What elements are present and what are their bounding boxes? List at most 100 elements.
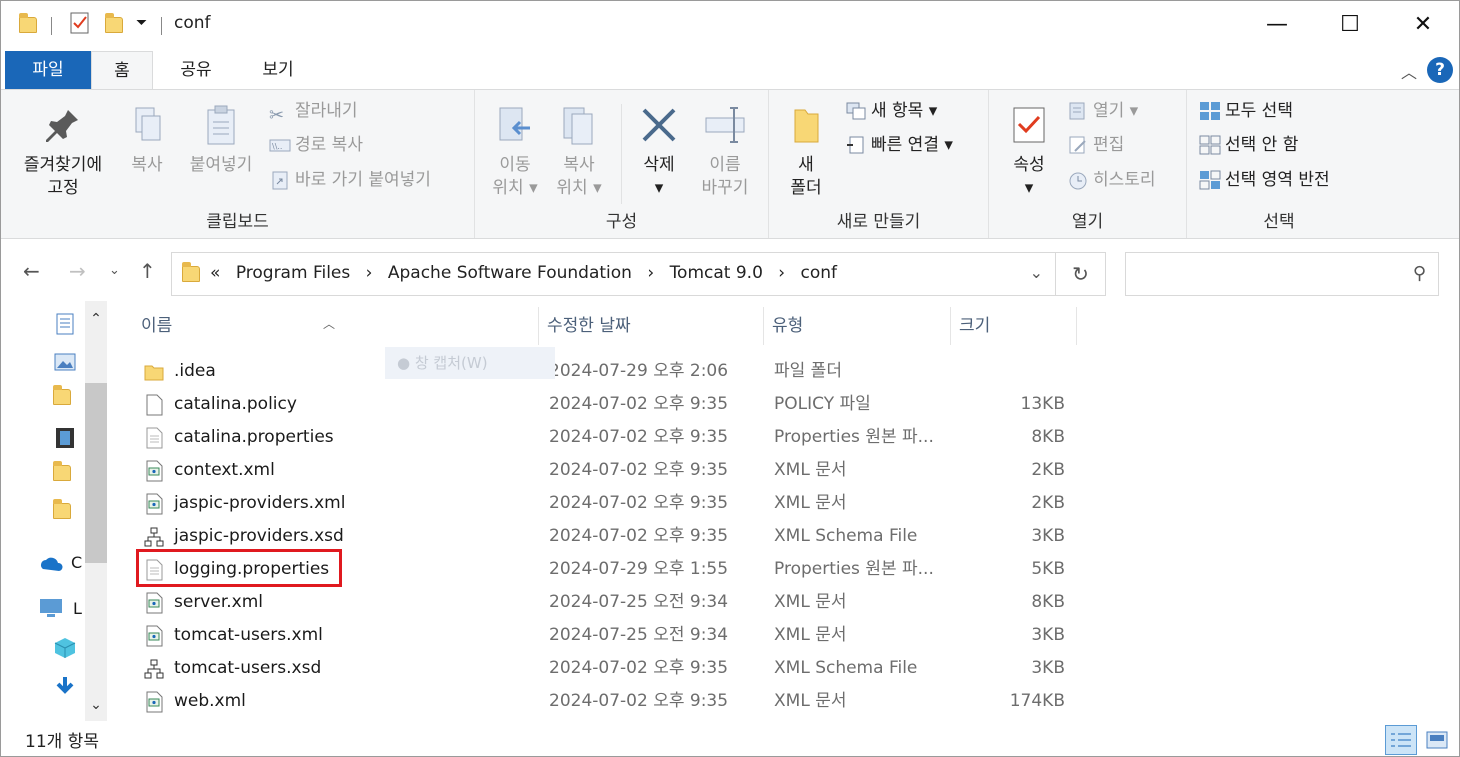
file-row[interactable]: tomcat-users.xml 2024-07-25 오전 9:34 XML 문서…: [111, 619, 1111, 652]
tab-file[interactable]: 파일: [5, 51, 91, 89]
file-row[interactable]: context.xml 2024-07-02 오후 9:35 XML 문서 2KB: [111, 454, 1111, 487]
paste-button[interactable]: 붙여넣기: [179, 104, 263, 177]
history-button[interactable]: 히스토리: [1067, 165, 1156, 195]
videos-icon[interactable]: [53, 427, 77, 449]
file-row[interactable]: tomcat-users.xsd 2024-07-02 오후 9:35 XML Sc…: [111, 652, 1111, 685]
file-row[interactable]: catalina.properties 2024-07-02 오후 9:35 Pro…: [111, 421, 1111, 454]
pictures-icon[interactable]: [53, 351, 77, 373]
file-row[interactable]: .idea 2024-07-29 오후 2:06 파일 폴더: [111, 355, 1111, 388]
invert-selection-button[interactable]: 선택 영역 반전: [1199, 165, 1330, 195]
file-name[interactable]: context.xml: [174, 454, 275, 487]
scrollbar-thumb[interactable]: [85, 383, 107, 563]
folder-icon[interactable]: [53, 499, 77, 525]
column-header-name[interactable]: 이름 ︿: [133, 307, 539, 345]
column-header-size[interactable]: 크기: [951, 307, 1077, 345]
search-icon: ⚲: [1412, 263, 1426, 284]
file-name[interactable]: .idea: [174, 355, 216, 388]
file-name[interactable]: jaspic-providers.xml: [174, 487, 345, 520]
3d-objects-icon[interactable]: [53, 637, 77, 659]
properties-quick-icon[interactable]: [69, 11, 91, 41]
organize-group-label: 구성: [605, 212, 638, 232]
copy-path-button[interactable]: \\.. 경로 복사: [269, 130, 363, 160]
folder-icon: [19, 11, 37, 41]
file-row[interactable]: server.xml 2024-07-25 오전 9:34 XML 문서 8KB: [111, 586, 1111, 619]
help-icon[interactable]: ?: [1427, 57, 1453, 83]
pin-label-line1: 즐겨찾기에: [23, 155, 103, 175]
address-history-chevron-icon[interactable]: ⌄: [1030, 263, 1043, 282]
folder-icon[interactable]: [53, 385, 77, 411]
documents-icon[interactable]: [53, 313, 77, 335]
breadcrumb-overflow[interactable]: «: [210, 263, 220, 283]
scroll-down-icon[interactable]: ⌄: [85, 697, 107, 713]
new-folder-quick-icon[interactable]: [105, 11, 123, 41]
paste-shortcut-button[interactable]: 바로 가기 붙여넣기: [269, 165, 431, 195]
new-folder-button[interactable]: 새 폴더: [781, 104, 831, 200]
column-header-type[interactable]: 유형: [764, 307, 951, 345]
collapse-ribbon-icon[interactable]: ︿: [1401, 59, 1417, 83]
this-pc-label[interactable]: L: [73, 599, 82, 618]
file-size: 2KB: [1031, 460, 1065, 480]
large-icons-view-icon[interactable]: [1421, 725, 1453, 755]
file-row[interactable]: jaspic-providers.xml 2024-07-02 오후 9:35 XM…: [111, 487, 1111, 520]
file-name[interactable]: catalina.policy: [174, 388, 297, 421]
new-folder-icon: [794, 109, 819, 143]
file-name[interactable]: web.xml: [174, 685, 246, 718]
downloads-icon[interactable]: [53, 675, 77, 697]
file-name[interactable]: server.xml: [174, 586, 263, 619]
maximize-button[interactable]: ☐: [1314, 1, 1386, 49]
delete-button[interactable]: 삭제 ▾: [631, 104, 687, 200]
file-name[interactable]: catalina.properties: [174, 421, 334, 454]
new-group: 새 폴더 새 항목 ▾ 빠른 연결 ▾ 새로 만들기: [769, 90, 989, 238]
edit-button[interactable]: 편집: [1067, 130, 1124, 160]
back-arrow-icon[interactable]: ←: [23, 259, 40, 283]
file-name[interactable]: tomcat-users.xml: [174, 619, 323, 652]
address-bar[interactable]: « Program Files › Apache Software Founda…: [171, 252, 1106, 296]
this-pc-icon[interactable]: [39, 597, 63, 619]
copy-to-button[interactable]: 복사 위치 ▾: [551, 104, 607, 200]
close-button[interactable]: ✕: [1387, 1, 1459, 49]
column-header-date[interactable]: 수정한 날짜: [539, 307, 764, 345]
paste-icon: [207, 105, 235, 145]
easy-access-button[interactable]: 빠른 연결 ▾: [845, 130, 953, 160]
customize-quick-access-icon[interactable]: ⏷: [136, 15, 147, 45]
copy-button[interactable]: 복사: [119, 104, 175, 177]
onedrive-cloud-icon[interactable]: [39, 553, 63, 575]
up-arrow-icon[interactable]: ↑: [139, 259, 156, 283]
move-to-button[interactable]: 이동 위치 ▾: [487, 104, 543, 200]
rename-button[interactable]: 이름 바꾸기: [693, 104, 757, 200]
search-box[interactable]: ⚲: [1125, 252, 1439, 296]
capture-tooltip-text: 창 캡처(W): [414, 354, 488, 372]
file-row[interactable]: web.xml 2024-07-02 오후 9:35 XML 문서 174KB: [111, 685, 1111, 718]
breadcrumb-item[interactable]: Apache Software Foundation: [388, 263, 632, 283]
breadcrumb-separator[interactable]: ›: [366, 263, 373, 283]
cut-button[interactable]: ✂ 잘라내기: [269, 96, 358, 126]
recent-locations-chevron-icon[interactable]: ⌄: [109, 263, 120, 278]
minimize-button[interactable]: —: [1241, 1, 1313, 49]
onedrive-label[interactable]: C: [71, 553, 82, 572]
breadcrumb-item[interactable]: Tomcat 9.0: [670, 263, 763, 283]
select-none-button[interactable]: 선택 안 함: [1199, 130, 1298, 160]
details-view-icon[interactable]: [1385, 725, 1417, 755]
new-item-button[interactable]: 새 항목 ▾: [845, 96, 937, 126]
breadcrumb-separator[interactable]: ›: [778, 263, 785, 283]
folder-icon[interactable]: [53, 461, 77, 487]
tab-share[interactable]: 공유: [161, 51, 231, 89]
file-row[interactable]: catalina.policy 2024-07-02 오후 9:35 POLICY …: [111, 388, 1111, 421]
nav-pane-scrollbar[interactable]: ⌃ ⌄: [85, 301, 107, 721]
tab-home[interactable]: 홈: [91, 51, 153, 92]
select-all-button[interactable]: 모두 선택: [1199, 96, 1293, 126]
tab-view[interactable]: 보기: [243, 51, 313, 89]
forward-arrow-icon[interactable]: →: [69, 259, 86, 283]
properties-button[interactable]: 속성 ▾: [1001, 104, 1057, 200]
open-button[interactable]: 열기 ▾: [1067, 96, 1138, 126]
new-item-icon: [846, 102, 866, 120]
breadcrumb-item[interactable]: conf: [801, 263, 838, 283]
breadcrumb-item[interactable]: Program Files: [236, 263, 350, 283]
column-header-name-label: 이름: [141, 316, 173, 336]
scroll-up-icon[interactable]: ⌃: [85, 311, 107, 327]
file-list: 이름 ︿ 수정한 날짜 유형 크기 .idea 2024-07-29 오후 2:0…: [111, 301, 1459, 721]
pin-to-quick-access-button[interactable]: 즐겨찾기에 고정: [13, 104, 113, 200]
breadcrumb-separator[interactable]: ›: [647, 263, 654, 283]
file-name[interactable]: tomcat-users.xsd: [174, 652, 321, 685]
refresh-icon[interactable]: ↻: [1055, 253, 1105, 295]
